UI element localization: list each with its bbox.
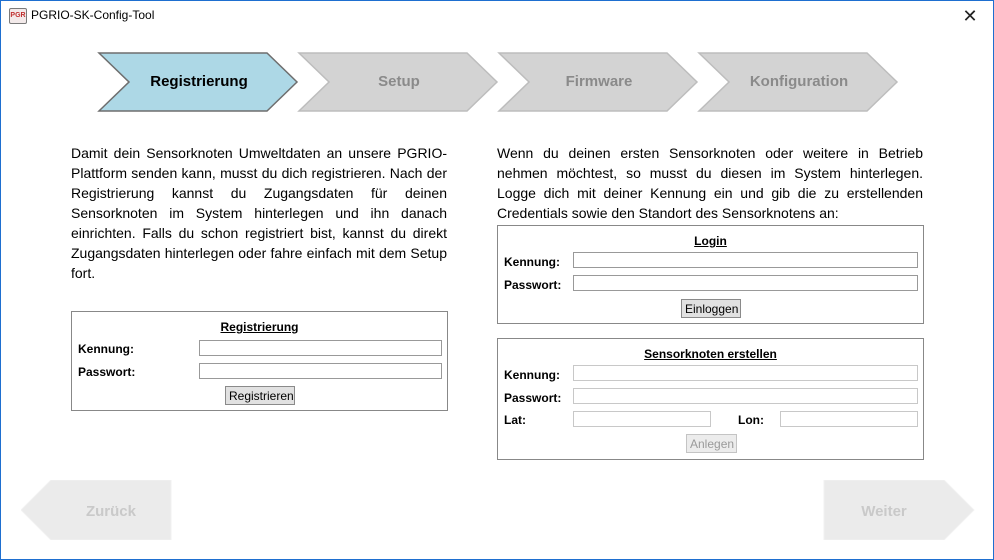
sensor-lon-label: Lon: [738,413,764,427]
app-icon: PGR [9,8,27,24]
registrieren-button[interactable]: Registrieren [225,386,295,405]
step-registrierung[interactable]: Registrierung [109,73,289,90]
back-button[interactable]: Zurück [21,480,173,540]
sensor-create-panel-title: Sensorknoten erstellen [644,347,777,361]
sensor-kennung-label: Kennung: [504,368,560,382]
sensor-lon-input[interactable] [780,411,918,427]
title-bar: PGR PGRIO-SK-Config-Tool ✕ [1,1,993,31]
einloggen-button[interactable]: Einloggen [681,299,741,318]
sensor-create-panel: Sensorknoten erstellen Kennung: Passwort… [497,338,924,460]
login-kennung-label: Kennung: [504,255,560,269]
app-window: PGR PGRIO-SK-Config-Tool ✕ Registrierung… [0,0,994,560]
back-button-label: Zurück [85,503,136,520]
next-button[interactable]: Weiter [823,480,975,540]
next-button-label: Weiter [861,503,907,520]
registration-kennung-label: Kennung: [78,342,134,356]
wizard-steps: Registrierung Setup Firmware Konfigurati… [97,51,902,113]
window-title: PGRIO-SK-Config-Tool [31,8,155,22]
close-icon: ✕ [962,6,978,26]
registration-description: Damit dein Sensorknoten Umweltdaten an u… [71,145,447,281]
registration-passwort-input[interactable] [199,363,442,379]
login-passwort-label: Passwort: [504,278,562,292]
step-setup[interactable]: Setup [309,73,489,90]
sensor-kennung-input[interactable] [573,365,918,381]
sensor-passwort-input[interactable] [573,388,918,404]
registration-panel-title: Registrierung [220,320,299,334]
step-firmware[interactable]: Firmware [509,73,689,90]
registration-passwort-label: Passwort: [78,365,136,379]
registration-kennung-input[interactable] [199,340,442,356]
login-panel-title: Login [694,234,727,248]
sensor-lat-input[interactable] [573,411,711,427]
close-button[interactable]: ✕ [947,1,993,31]
login-kennung-input[interactable] [573,252,918,268]
sensor-description: Wenn du deinen ersten Sensorknoten oder … [497,145,923,221]
sensor-lat-label: Lat: [504,413,526,427]
sensor-passwort-label: Passwort: [504,391,562,405]
step-konfiguration[interactable]: Konfiguration [709,73,889,90]
registration-panel: Registrierung Kennung: Passwort: Registr… [71,311,448,411]
anlegen-button[interactable]: Anlegen [686,434,737,453]
login-passwort-input[interactable] [573,275,918,291]
login-panel: Login Kennung: Passwort: Einloggen [497,225,924,324]
